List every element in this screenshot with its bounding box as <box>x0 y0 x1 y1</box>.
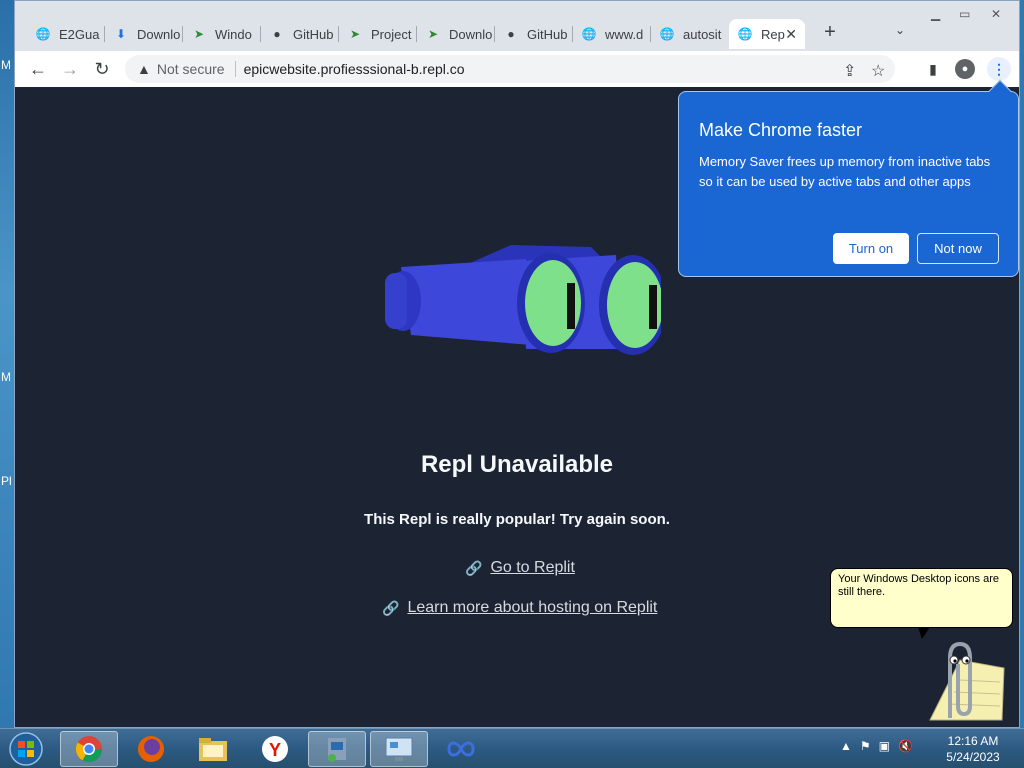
system-tray: ▲ ⚑ ▣ 🔇 <box>840 739 913 753</box>
tab[interactable]: ⬇ Downlo <box>105 19 183 49</box>
tab[interactable]: 🌐 E2Gua <box>27 19 105 49</box>
share-icon[interactable]: ⇪ <box>843 61 856 81</box>
back-arrow-icon[interactable]: ← <box>25 57 51 81</box>
github-icon: ● <box>507 27 515 41</box>
browser-toolbar: ← → ↻ ▲ Not secure epicwebsite.profiesss… <box>15 51 1019 87</box>
popup-title: Make Chrome faster <box>699 120 863 140</box>
globe-icon: 🌐 <box>581 27 597 41</box>
network-icon[interactable]: ▣ <box>879 739 890 753</box>
tab[interactable]: ➤ Windo <box>183 19 261 49</box>
hosting-info-link[interactable]: 🔗 Learn more about hosting on Replit <box>382 599 657 617</box>
svg-text:Y: Y <box>269 740 281 760</box>
new-tab-button[interactable]: + <box>818 21 842 45</box>
warning-triangle-icon[interactable]: ▲ <box>137 61 151 77</box>
tab-label: GitHub <box>293 26 334 42</box>
action-center-flag-icon[interactable]: ⚑ <box>860 739 871 753</box>
volume-muted-icon[interactable]: 🔇 <box>898 739 913 753</box>
globe-icon: 🌐 <box>737 27 753 41</box>
tab[interactable]: ➤ Downlo <box>417 19 495 49</box>
forward-arrow-icon[interactable]: → <box>57 57 83 81</box>
green-arrows-icon: ➤ <box>349 27 361 41</box>
kebab-menu-icon[interactable]: ⋮ <box>987 57 1011 81</box>
file-explorer-taskbar-icon[interactable] <box>184 731 242 767</box>
tab-label: Downlo <box>449 26 493 42</box>
address-bar[interactable]: ▲ Not secure epicwebsite.profiesssional-… <box>125 55 895 83</box>
turn-on-button[interactable]: Turn on <box>833 233 909 264</box>
tab-label: GitHub <box>527 26 568 42</box>
yandex-taskbar-icon[interactable]: Y <box>246 731 304 767</box>
tab[interactable]: ● GitHub <box>261 19 339 49</box>
tab-label: Downlo <box>137 26 181 42</box>
assistant-speech-bubble[interactable]: Your Windows Desktop icons are still the… <box>830 568 1013 628</box>
tab-search-chevron-icon[interactable]: ⌄ <box>895 23 905 37</box>
desktop-left-edge: M M Pl <box>0 0 14 728</box>
page-title: Repl Unavailable <box>420 451 614 478</box>
desktop-icon-label[interactable]: M <box>1 370 11 384</box>
link-chain-icon: 🔗 <box>465 559 483 576</box>
link-chain-icon: 🔗 <box>382 599 400 616</box>
tab-label: E2Gua <box>59 26 100 42</box>
bookmark-star-icon[interactable]: ☆ <box>871 61 885 81</box>
tab-strip: 🌐 E2Gua ⬇ Downlo ➤ Windo ● GitHub ➤ Proj… <box>15 1 1019 53</box>
go-to-replit-link[interactable]: 🔗 Go to Replit <box>465 559 575 577</box>
installer-taskbar-icon[interactable] <box>308 731 366 767</box>
page-content: Repl Unavailable This Repl is really pop… <box>15 79 1019 727</box>
tab[interactable]: 🌐 www.d <box>573 19 651 49</box>
page-subtitle: This Repl is really popular! Try again s… <box>364 511 670 528</box>
system-clock[interactable]: 12:16 AM 5/24/2023 <box>930 733 1016 765</box>
globe-icon: 🌐 <box>35 27 51 41</box>
tab-label: www.d <box>605 26 644 42</box>
side-panel-icon[interactable]: ▮ <box>921 57 945 81</box>
url-text[interactable]: epicwebsite.profiesssional-b.repl.co <box>244 61 465 77</box>
not-now-button[interactable]: Not now <box>917 233 999 264</box>
security-label[interactable]: Not secure <box>157 61 225 77</box>
minimize-icon[interactable]: ▁ <box>931 7 940 21</box>
green-arrows-icon: ➤ <box>427 27 439 41</box>
tab-label: autosit <box>683 26 722 42</box>
memory-saver-popup: Make Chrome faster Memory Saver frees up… <box>678 79 1019 277</box>
windows-taskbar: Y ▲ ⚑ ▣ 🔇 12:16 AM 5/24/2023 <box>0 728 1024 768</box>
desktop-icon-label[interactable]: Pl <box>1 474 12 488</box>
tab[interactable]: ● GitHub <box>495 19 573 49</box>
github-icon: ● <box>273 27 281 41</box>
paperclip-assistant-icon[interactable] <box>910 640 1006 722</box>
profile-avatar-icon[interactable]: ● <box>955 59 975 79</box>
popup-body: Memory Saver frees up memory from inacti… <box>699 154 991 189</box>
maximize-icon[interactable]: ▭ <box>959 7 970 21</box>
close-tab-icon[interactable]: ✕ <box>785 26 797 43</box>
clock-time: 12:16 AM <box>947 734 999 748</box>
tab[interactable]: ➤ Project <box>339 19 417 49</box>
chrome-taskbar-icon[interactable] <box>60 731 118 767</box>
show-hidden-icons-icon[interactable]: ▲ <box>840 739 852 753</box>
download-icon: ⬇ <box>115 27 127 41</box>
green-arrows-icon: ➤ <box>193 27 205 41</box>
binoculars-illustration <box>385 245 661 355</box>
tab-active[interactable]: 🌐 Rep ✕ <box>729 19 805 49</box>
globe-icon: 🌐 <box>659 27 675 41</box>
tab-label: Windo <box>215 26 252 42</box>
tab[interactable]: 🌐 autosit <box>651 19 729 49</box>
start-button-icon[interactable] <box>4 731 50 767</box>
close-window-icon[interactable]: ✕ <box>991 7 1001 21</box>
tab-label: Project <box>371 26 412 42</box>
meta-app-taskbar-icon[interactable] <box>432 731 490 767</box>
firefox-taskbar-icon[interactable] <box>122 731 180 767</box>
tab-label: Rep <box>761 26 785 42</box>
remote-desktop-taskbar-icon[interactable] <box>370 731 428 767</box>
clock-date: 5/24/2023 <box>946 750 1000 764</box>
reload-icon[interactable]: ↻ <box>89 57 115 81</box>
desktop-icon-label[interactable]: M <box>1 58 11 72</box>
